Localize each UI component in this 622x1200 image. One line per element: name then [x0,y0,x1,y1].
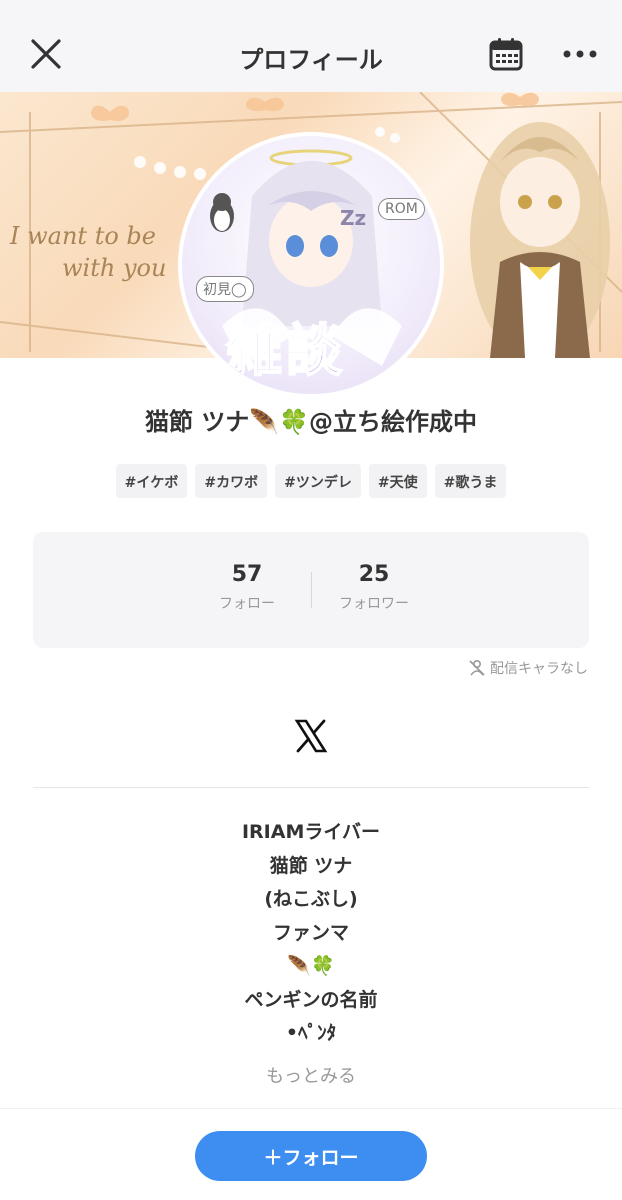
rom-badge: ROM [378,198,425,220]
bio-line: ファンマ [272,921,349,944]
first-visit-badge: 初見◯ [196,276,254,302]
bottom-action-bar: ＋フォロー [0,1108,622,1200]
more-options-button[interactable] [556,30,604,78]
x-logo-icon [294,719,328,753]
avatar-title-art: 雑談 [225,318,346,385]
profile-avatar[interactable]: Zz ROM 初見◯ 雑談 [178,132,444,398]
followers-count: 25 [358,562,390,587]
no-character-icon [469,659,485,676]
banner-script-line-1: I want to be [10,222,156,250]
bio-line: 猫節 ツナ [269,854,353,877]
follow-stats-card: 57 フォロー 25 フォロワー [33,532,589,648]
following-stat[interactable]: 57 フォロー [177,562,317,613]
tag-ikebo[interactable]: #イケボ [115,464,188,498]
no-streaming-character: 配信キャラなし [468,658,588,678]
no-character-label: 配信キャラなし [490,661,588,677]
calendar-button[interactable] [482,30,530,78]
section-divider [33,787,589,788]
followers-label: フォロワー [339,596,409,612]
bio-line: IRIAMライバー [241,821,380,843]
profile-bio: IRIAMライバー 猫節 ツナ (ねこぶし) ファンマ 🪶🍀 ペンギンの名前 •… [0,818,622,1053]
bio-line: ペンギンの名前 [244,988,378,1011]
calendar-icon [489,38,523,71]
tag-kawabo[interactable]: #カワボ [195,464,268,498]
tag-good-singer[interactable]: #歌うま [434,464,507,498]
bio-line: 🪶🍀 [287,955,335,977]
bio-line: •ﾍﾟﾝﾀ [285,1022,337,1044]
tag-tsundere[interactable]: #ツンデレ [275,464,361,498]
top-nav-bar: プロフィール [0,0,622,92]
followers-stat[interactable]: 25 フォロワー [304,562,444,613]
x-profile-link[interactable] [293,718,329,754]
follow-button[interactable]: ＋フォロー [195,1131,427,1181]
banner-script-line-2: with you [62,254,167,282]
tag-list: #イケボ #カワボ #ツンデレ #天使 #歌うま [0,464,622,498]
show-more-link[interactable]: もっとみる [0,1062,622,1088]
profile-name: 猫節 ツナ🪶🍀@立ち絵作成中 [144,408,478,436]
following-label: フォロー [219,596,275,612]
more-horizontal-icon [563,50,597,58]
following-count: 57 [231,562,263,587]
zzz-badge: Zz [340,206,367,230]
tag-angel[interactable]: #天使 [368,464,427,498]
bio-line: (ねこぶし) [264,888,358,910]
